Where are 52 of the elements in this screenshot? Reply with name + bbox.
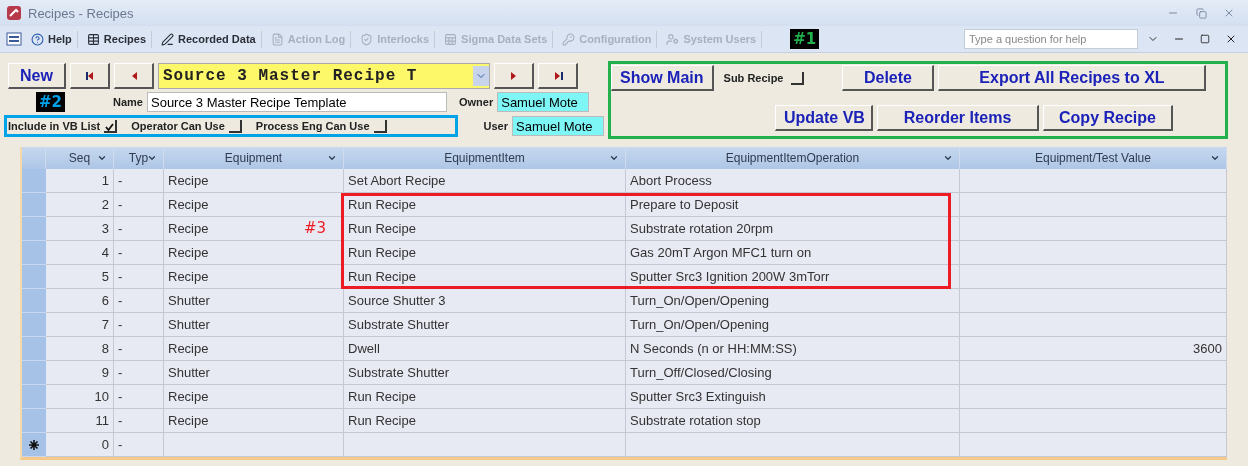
first-record-button[interactable] — [70, 63, 110, 89]
toolbar-button[interactable]: Recipes — [81, 30, 153, 48]
export-button[interactable]: Export All Recipes to XL — [938, 65, 1207, 91]
table-cell: Abort Process — [626, 169, 960, 193]
show-main-button[interactable]: Show Main — [611, 65, 714, 91]
flag-label: Operator Can Use — [131, 120, 225, 132]
owner-field[interactable]: Samuel Mote — [497, 92, 590, 112]
owner-label: Owner — [459, 96, 494, 108]
row-selector[interactable] — [22, 433, 46, 457]
last-record-button[interactable] — [538, 63, 578, 89]
name-field[interactable]: Source 3 Master Recipe Template — [147, 92, 447, 112]
delete-button[interactable]: Delete — [842, 65, 935, 91]
user-field[interactable]: Samuel Mote — [512, 116, 604, 136]
annotation-label: #1 — [790, 29, 820, 49]
form-view-icon[interactable] — [6, 32, 22, 46]
first-icon — [84, 70, 95, 81]
checkbox[interactable] — [228, 119, 242, 133]
previous-record-button[interactable] — [114, 63, 154, 89]
reorder-items-button[interactable]: Reorder Items — [877, 105, 1039, 131]
help-icon — [31, 32, 44, 46]
checkbox[interactable] — [791, 71, 805, 85]
toolbar-button[interactable]: Recorded Data — [156, 30, 262, 48]
name-label: Name — [113, 96, 143, 108]
shield-icon — [360, 32, 374, 46]
sheet-icon — [444, 32, 458, 46]
help-search-field[interactable]: Type a question for help — [964, 29, 1138, 49]
app-icon — [6, 5, 22, 21]
recipe-select[interactable]: Source 3 Master Recipe T — [158, 63, 490, 89]
checkbox[interactable] — [373, 119, 387, 133]
pen-icon — [161, 32, 175, 46]
last-icon — [552, 70, 563, 81]
next-record-button[interactable] — [494, 63, 534, 89]
sub-recipe-label: Sub Recipe — [723, 72, 784, 84]
user-label: User — [483, 120, 508, 132]
document-icon — [270, 32, 284, 46]
flag-label: Include in VB List — [8, 120, 101, 132]
copy-recipe-button[interactable]: Copy Recipe — [1043, 105, 1173, 131]
annotation-label: #2 — [36, 92, 65, 112]
table-cell: 0 — [46, 433, 114, 457]
annotation-label: #3 — [304, 219, 327, 237]
new-button[interactable]: New — [8, 63, 66, 89]
checkbox[interactable] — [104, 119, 118, 133]
new-record-icon — [29, 439, 39, 450]
user-icon — [666, 32, 680, 46]
table-cell: Set Abort Recipe — [344, 169, 626, 193]
key-icon — [562, 32, 576, 46]
table-icon — [86, 32, 100, 46]
update-vb-button[interactable]: Update VB — [775, 105, 873, 131]
window-title: Recipes - Recipes — [28, 5, 135, 21]
flag-label: Process Eng Can Use — [255, 120, 370, 132]
table-cell: - — [114, 433, 164, 457]
toolbar-button[interactable]: Help — [26, 30, 78, 48]
